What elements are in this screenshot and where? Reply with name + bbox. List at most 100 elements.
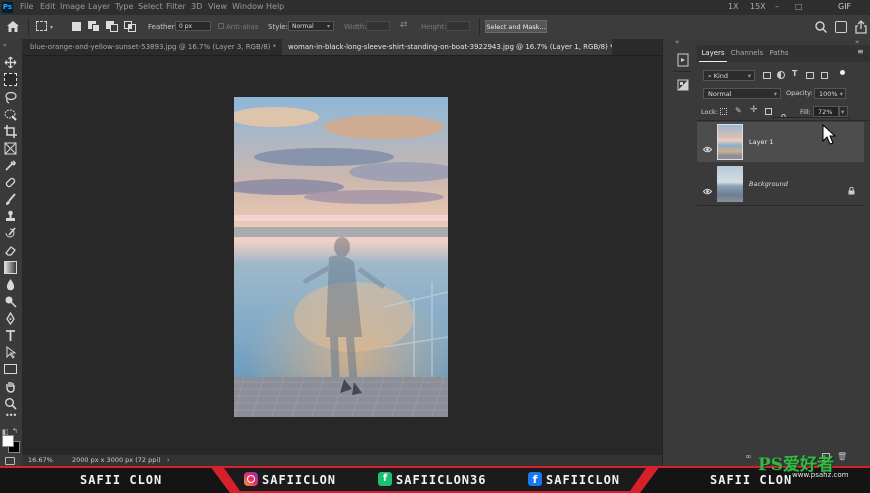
tab-woman-document[interactable]: woman-in-black-long-sleeve-shirt-standin… — [282, 39, 612, 55]
menu-filter[interactable]: Filter — [166, 2, 186, 11]
fill-dropdown-button[interactable]: ▾ — [839, 106, 848, 117]
workspace-icon[interactable] — [835, 21, 847, 33]
pixel-filter-icon[interactable] — [763, 72, 771, 79]
menu-window[interactable]: Window — [232, 2, 264, 11]
quick-selection-tool-icon[interactable] — [4, 108, 17, 121]
move-tool-icon[interactable] — [4, 56, 17, 69]
feather-input[interactable]: 0 px — [175, 21, 211, 31]
style-select[interactable]: Normal ▾ — [288, 21, 334, 31]
quick-mask-icon[interactable] — [5, 457, 15, 465]
tab-sunset-document[interactable]: blue-orange-and-yellow-sunset-53893.jpg … — [24, 39, 282, 55]
lock-artboard-icon[interactable] — [765, 108, 772, 115]
subtract-from-selection-icon[interactable] — [106, 21, 118, 32]
banner-fiverr-handle[interactable]: SAFIICLON36 — [396, 473, 486, 487]
layer-row-layer-1[interactable]: Layer 1 — [697, 122, 864, 162]
visibility-eye-icon[interactable] — [702, 138, 713, 153]
layer-name[interactable]: Layer 1 — [749, 138, 773, 146]
gradient-tool-icon[interactable] — [4, 261, 17, 274]
tab-layers[interactable]: Layers — [699, 45, 727, 62]
crop-tool-icon[interactable] — [4, 125, 17, 138]
blend-mode-select[interactable]: Normal ▾ — [703, 88, 781, 99]
share-icon[interactable] — [855, 20, 867, 34]
zoom-1x-button[interactable]: 1X — [728, 2, 739, 11]
status-bar: 16.67% 2000 px x 3000 px (72 ppi) › — [22, 455, 672, 466]
height-input[interactable] — [446, 21, 470, 31]
maximize-button[interactable]: □ — [795, 2, 803, 11]
layer-name[interactable]: Background — [749, 180, 788, 188]
chevron-down-icon[interactable]: ▾ — [50, 24, 53, 31]
brush-tool-icon[interactable] — [4, 193, 17, 206]
select-and-mask-button[interactable]: Select and Mask... — [485, 20, 547, 33]
path-selection-tool-icon[interactable] — [4, 346, 17, 359]
antialias-checkbox[interactable] — [218, 23, 224, 29]
shape-filter-icon[interactable] — [806, 72, 814, 79]
collapse-arrows-icon[interactable]: « — [675, 38, 679, 46]
lock-icon[interactable] — [848, 180, 855, 195]
menu-edit[interactable]: Edit — [40, 2, 56, 11]
hand-tool-icon[interactable] — [4, 380, 17, 393]
banner-facebook-handle[interactable]: SAFIICLON — [546, 473, 620, 487]
marquee-tool-preset-icon[interactable] — [36, 21, 47, 31]
collapse-arrows-icon[interactable]: » — [3, 42, 7, 49]
tab-channels[interactable]: Channels — [730, 45, 764, 61]
smart-object-filter-icon[interactable] — [821, 72, 828, 79]
healing-brush-tool-icon[interactable] — [4, 176, 17, 189]
clone-stamp-tool-icon[interactable] — [4, 210, 17, 223]
add-to-selection-icon[interactable] — [88, 21, 100, 32]
lock-image-pixels-icon[interactable]: ✎ — [735, 106, 742, 115]
dodge-tool-icon[interactable] — [4, 295, 17, 308]
foreground-color-swatch[interactable] — [2, 435, 14, 447]
eraser-tool-icon[interactable] — [4, 244, 17, 257]
tab-paths[interactable]: Paths — [767, 45, 791, 61]
intersect-selection-icon[interactable] — [124, 21, 136, 32]
menu-image[interactable]: Image — [60, 2, 85, 11]
panel-menu-icon[interactable]: ≡ — [857, 47, 864, 56]
rectangular-marquee-tool-icon[interactable] — [4, 73, 17, 86]
lock-all-icon[interactable] — [780, 107, 787, 122]
width-input[interactable] — [366, 21, 390, 31]
zoom-tool-icon[interactable] — [4, 397, 17, 410]
lock-position-icon[interactable]: ✛ — [750, 105, 758, 115]
menu-view[interactable]: View — [208, 2, 227, 11]
document-image[interactable] — [234, 97, 448, 417]
menu-help[interactable]: Help — [266, 2, 284, 11]
delete-layer-icon[interactable]: 🗑 — [837, 452, 847, 461]
zoom-level[interactable]: 16.67% — [28, 455, 53, 466]
zoom-15x-button[interactable]: 15X — [750, 2, 766, 11]
home-icon[interactable] — [6, 20, 20, 33]
frame-tool-icon[interactable] — [4, 142, 17, 155]
type-filter-icon[interactable]: T — [792, 69, 797, 78]
history-brush-tool-icon[interactable] — [4, 227, 17, 240]
link-layers-icon[interactable]: ∞ — [745, 452, 756, 461]
fill-input[interactable]: 72% — [813, 106, 839, 117]
layer-filter-select[interactable]: ⌕ Kind ▾ — [703, 70, 755, 81]
menu-3d[interactable]: 3D — [191, 2, 202, 11]
banner-instagram-handle[interactable]: SAFIICLON — [262, 473, 336, 487]
more-tools-icon[interactable]: ••• — [5, 411, 17, 420]
status-menu-arrow[interactable]: › — [167, 455, 170, 466]
learn-panel-icon[interactable] — [677, 53, 689, 67]
filter-toggle-icon[interactable] — [840, 70, 845, 75]
layer-row-background[interactable]: Background — [697, 163, 864, 203]
menu-type[interactable]: Type — [115, 2, 133, 11]
menu-layer[interactable]: Layer — [88, 2, 110, 11]
menu-file[interactable]: File — [20, 2, 33, 11]
search-icon[interactable] — [814, 20, 828, 34]
swap-colors-icon[interactable]: ↰ — [12, 427, 18, 435]
gif-button[interactable]: GIF — [838, 2, 851, 11]
menu-select[interactable]: Select — [138, 2, 163, 11]
visibility-eye-icon[interactable] — [702, 180, 713, 195]
blur-tool-icon[interactable] — [4, 278, 17, 291]
adjustment-filter-icon[interactable] — [777, 71, 785, 79]
lock-transparent-pixels-icon[interactable] — [720, 108, 727, 115]
minimize-button[interactable]: – — [775, 2, 779, 11]
opacity-input[interactable]: 100% ▾ — [814, 88, 846, 99]
swap-icon[interactable]: ⇄ — [400, 20, 408, 30]
type-tool-icon[interactable] — [4, 329, 17, 342]
pen-tool-icon[interactable] — [4, 312, 17, 325]
rectangle-tool-icon[interactable] — [4, 364, 17, 374]
new-selection-icon[interactable] — [72, 22, 81, 31]
adjustments-panel-icon[interactable] — [677, 79, 689, 91]
lasso-tool-icon[interactable] — [4, 91, 17, 104]
eyedropper-tool-icon[interactable] — [4, 159, 17, 172]
